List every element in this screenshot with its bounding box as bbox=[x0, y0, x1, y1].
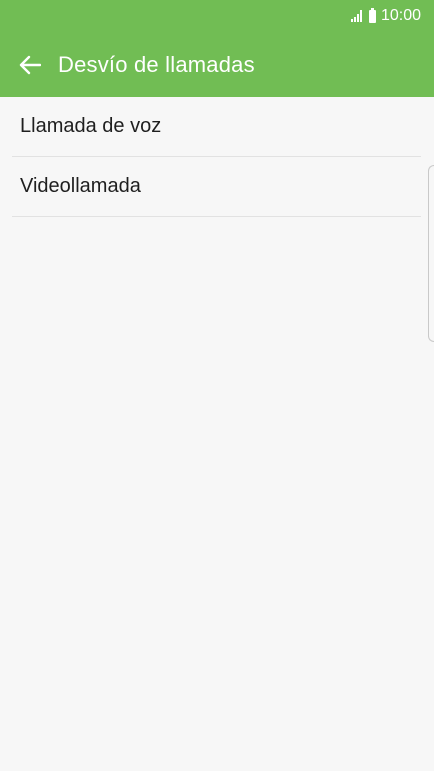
status-time: 10:00 bbox=[380, 7, 421, 24]
list-item-label: Llamada de voz bbox=[20, 115, 162, 137]
edge-panel-handle[interactable] bbox=[428, 165, 434, 342]
status-icons: 10:00 bbox=[350, 6, 421, 26]
battery-icon bbox=[368, 7, 376, 23]
page-title: Desvío de llamadas bbox=[58, 51, 255, 77]
status-bar: 10:00 bbox=[0, 0, 434, 32]
list-item-label: Videollamada bbox=[20, 175, 141, 197]
settings-list: Llamada de voz Videollamada bbox=[0, 97, 434, 217]
list-item-video-call[interactable]: Videollamada bbox=[12, 157, 421, 217]
signal-icon bbox=[350, 10, 365, 22]
list-item-voice-call[interactable]: Llamada de voz bbox=[12, 97, 421, 157]
app-bar: Desvío de llamadas bbox=[0, 32, 434, 97]
arrow-left-icon bbox=[19, 55, 41, 74]
back-button[interactable] bbox=[16, 51, 44, 79]
